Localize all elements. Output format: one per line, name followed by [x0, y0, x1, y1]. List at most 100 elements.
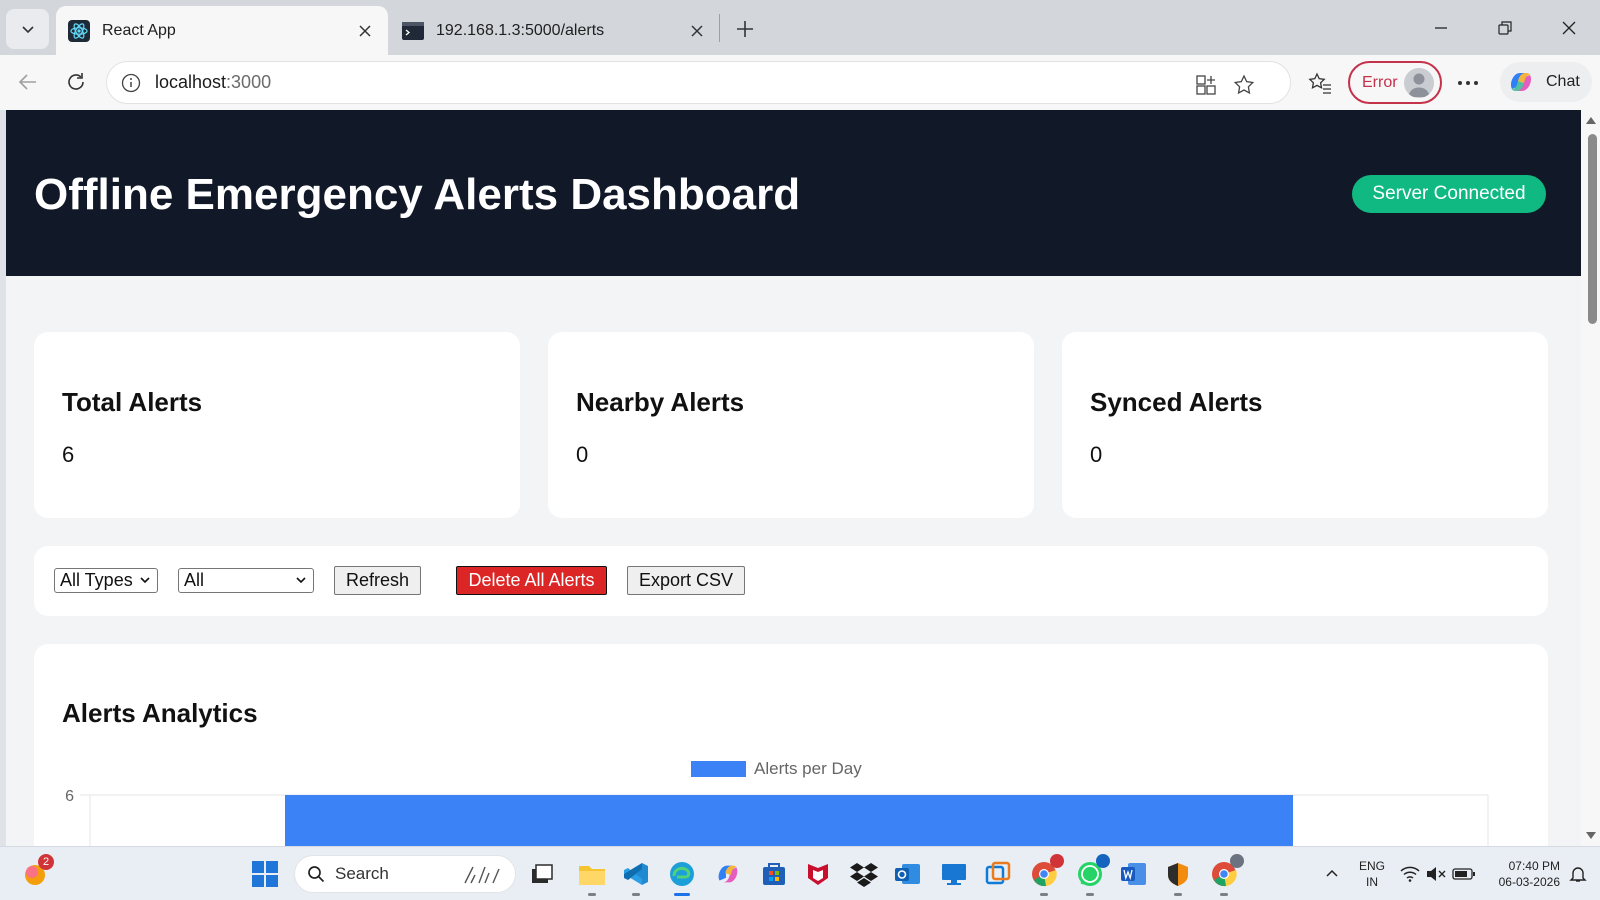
tab-react-app[interactable]: React App: [56, 6, 388, 55]
delete-all-alerts-button[interactable]: Delete All Alerts: [456, 566, 607, 595]
analytics-card: Alerts Analytics Alerts per Day 6: [34, 644, 1548, 846]
close-icon: [1562, 21, 1576, 35]
bar: [285, 795, 1293, 846]
vscode-icon[interactable]: [620, 858, 652, 896]
taskbar-search[interactable]: Search: [294, 855, 516, 893]
show-hidden-icons-button[interactable]: [1316, 858, 1348, 890]
close-window-button[interactable]: [1546, 8, 1592, 48]
stat-label: Synced Alerts: [1090, 387, 1263, 417]
tab-actions-menu[interactable]: [6, 9, 49, 49]
app-available-icon[interactable]: [1191, 70, 1221, 100]
avatar: [1404, 68, 1434, 98]
edge-icon[interactable]: [666, 858, 698, 896]
alerts-bar-chart: Alerts per Day 6: [65, 759, 1489, 846]
type-filter-select[interactable]: All Types: [54, 568, 158, 593]
url-host: localhost: [155, 72, 227, 92]
store-icon[interactable]: [758, 858, 790, 890]
scroll-thumb[interactable]: [1588, 134, 1597, 324]
export-csv-button[interactable]: Export CSV: [627, 566, 745, 595]
windows-logo-icon: [252, 861, 278, 887]
search-placeholder: Search: [335, 864, 389, 883]
stat-value: 6: [62, 442, 75, 467]
widgets-app-icon[interactable]: 2: [20, 854, 54, 890]
unread-badge: [1096, 854, 1110, 868]
refresh-button[interactable]: Refresh: [334, 566, 421, 595]
browser-tab-strip: React App 192.168.1.3:5000/alerts: [0, 0, 1600, 55]
new-tab-button[interactable]: [728, 12, 762, 46]
word-icon[interactable]: [1118, 858, 1150, 890]
reload-button[interactable]: [58, 64, 94, 100]
copilot-chat-button[interactable]: Chat: [1500, 62, 1592, 102]
star-icon[interactable]: [1229, 70, 1259, 100]
chat-label: Chat: [1546, 73, 1580, 90]
security-app-icon[interactable]: [1162, 858, 1194, 896]
outlook-icon[interactable]: [892, 858, 924, 890]
restore-icon: [1498, 21, 1512, 35]
chrome-icon[interactable]: [1028, 854, 1064, 896]
reload-icon: [68, 73, 84, 90]
running-indicator: [1220, 893, 1228, 896]
stat-label: Nearby Alerts: [576, 387, 745, 417]
remote-desktop-icon[interactable]: [938, 858, 970, 890]
minimize-button[interactable]: [1418, 8, 1464, 48]
close-icon[interactable]: [354, 20, 376, 42]
task-view-icon[interactable]: [526, 858, 558, 890]
page-viewport: Offline Emergency Alerts Dashboard Serve…: [6, 110, 1581, 846]
dropbox-icon[interactable]: [848, 858, 880, 890]
input-language-indicator[interactable]: ENG IN: [1356, 858, 1388, 890]
whatsapp-icon[interactable]: [1074, 854, 1110, 896]
stat-value: 0: [1090, 442, 1103, 467]
running-indicator: [1174, 893, 1182, 896]
search-icon: [308, 866, 325, 883]
type-filter-value: All Types: [60, 570, 133, 590]
clock-date: 06-03-2026: [1498, 875, 1560, 889]
more-options-icon[interactable]: [1452, 67, 1484, 99]
profile-badge: [1050, 854, 1064, 868]
copilot-app-icon[interactable]: [712, 858, 744, 890]
chevron-down-icon: [140, 577, 150, 584]
region-code: IN: [1366, 875, 1378, 889]
controls-bar: All Types All Refresh Delete All Alerts …: [34, 546, 1548, 616]
address-bar[interactable]: localhost:3000: [106, 61, 1291, 104]
status-filter-select[interactable]: All: [178, 568, 314, 593]
stat-label: Total Alerts: [62, 387, 203, 417]
mcafee-icon[interactable]: [802, 858, 834, 890]
notification-bell-icon[interactable]: [1562, 858, 1594, 890]
terminal-icon: [402, 20, 424, 42]
language-code: ENG: [1358, 859, 1385, 873]
stat-card-total: Total Alerts 6: [34, 332, 520, 518]
arrow-left-icon: [18, 74, 36, 90]
snipping-tool-icon[interactable]: [982, 858, 1014, 890]
running-indicator: [1040, 893, 1048, 896]
status-filter-value: All: [184, 570, 205, 590]
back-button[interactable]: [10, 64, 46, 100]
browser-toolbar: localhost:3000 Error Chat: [0, 55, 1600, 110]
profile-error-button[interactable]: Error: [1348, 61, 1442, 104]
battery-icon[interactable]: [1448, 858, 1480, 890]
plus-icon: [737, 21, 753, 37]
analytics-title: Alerts Analytics: [62, 698, 258, 728]
info-icon[interactable]: [119, 71, 143, 95]
favorites-icon[interactable]: [1304, 67, 1336, 99]
chevron-down-icon: [21, 26, 34, 34]
close-icon[interactable]: [686, 20, 708, 42]
clock[interactable]: 07:40 PM 06-03-2026: [1484, 858, 1560, 890]
running-indicator: [588, 893, 596, 896]
restore-button[interactable]: [1482, 8, 1528, 48]
stat-card-nearby: Nearby Alerts 0: [548, 332, 1034, 518]
chrome-profile-icon[interactable]: [1208, 854, 1244, 896]
notification-badge: 2: [38, 854, 54, 870]
tab-title: React App: [102, 21, 176, 39]
status-badge: Server Connected: [1352, 175, 1546, 213]
running-indicator: [674, 893, 690, 896]
app-header: Offline Emergency Alerts Dashboard Serve…: [6, 110, 1581, 276]
minimize-icon: [1435, 27, 1447, 29]
tab-alerts-api[interactable]: 192.168.1.3:5000/alerts: [390, 6, 720, 55]
start-button[interactable]: [249, 858, 281, 890]
file-explorer-icon[interactable]: [576, 858, 608, 896]
react-icon: [68, 19, 90, 42]
stat-card-synced: Synced Alerts 0: [1062, 332, 1548, 518]
stat-value: 0: [576, 442, 589, 467]
page-scrollbar[interactable]: [1581, 110, 1600, 846]
scroll-up-icon: [1586, 117, 1596, 124]
